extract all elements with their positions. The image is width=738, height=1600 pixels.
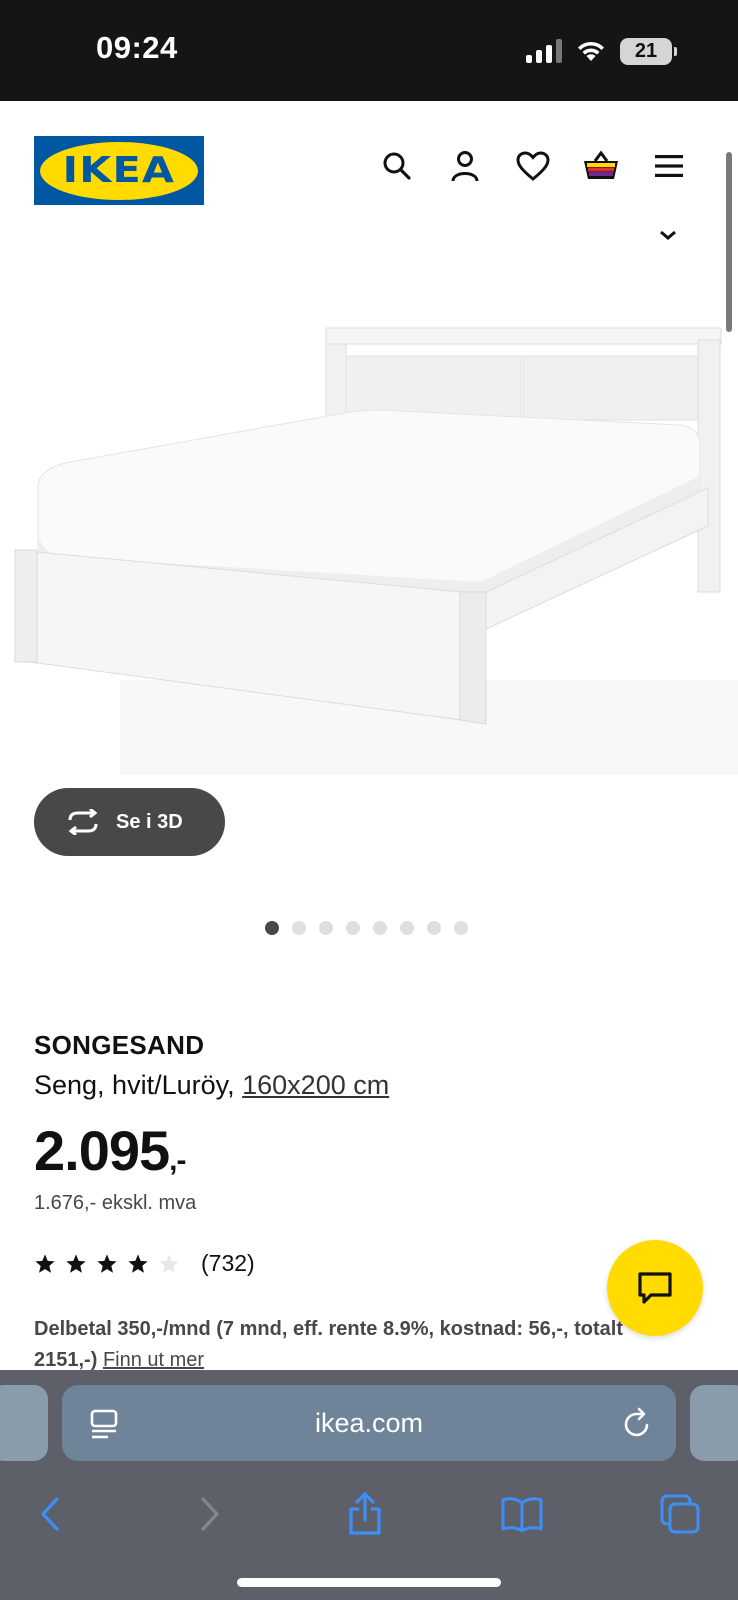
browser-toolbar: [0, 1480, 738, 1552]
wifi-icon: [578, 41, 604, 61]
battery-level: 21: [634, 39, 658, 62]
logo-text: IKEA: [62, 150, 176, 191]
carousel-dot[interactable]: [319, 921, 333, 935]
search-icon[interactable]: [378, 147, 416, 185]
tabs-button[interactable]: [658, 1492, 702, 1536]
carousel-dot[interactable]: [292, 921, 306, 935]
chat-icon: [638, 1272, 672, 1304]
size-link[interactable]: 160x200 cm: [242, 1070, 389, 1100]
rating-count: (732): [201, 1250, 255, 1276]
bookmarks-button[interactable]: [500, 1492, 544, 1536]
tabs-icon: [660, 1494, 700, 1534]
browser-chrome: ikea.com: [0, 1370, 738, 1600]
status-bar: 09:24 21: [0, 0, 738, 101]
rotate-3d-icon: [68, 809, 98, 835]
chevron-left-icon: [41, 1497, 59, 1531]
share-icon: [349, 1492, 381, 1535]
share-button[interactable]: [343, 1492, 387, 1536]
star-filled-icon: [97, 1253, 117, 1273]
menu-icon[interactable]: [650, 147, 688, 185]
cellular-signal-icon: [526, 39, 562, 63]
see-in-3d-button[interactable]: Se i 3D: [34, 788, 225, 856]
logo-oval: IKEA: [40, 141, 198, 200]
product-price: 2.095,-: [34, 1118, 186, 1183]
heart-icon[interactable]: [514, 147, 552, 185]
url-text: ikea.com: [314, 1407, 424, 1438]
ikea-logo[interactable]: IKEA: [34, 136, 204, 205]
financing-link[interactable]: Finn ut mer: [103, 1349, 204, 1371]
reader-icon[interactable]: [90, 1409, 118, 1439]
address-bar[interactable]: ikea.com: [62, 1385, 676, 1461]
star-filled-icon: [128, 1253, 148, 1273]
header-actions: [378, 147, 688, 185]
status-icons: 21: [526, 36, 677, 66]
product-description: Seng, hvit/Luröy, 160x200 cm: [34, 1070, 389, 1101]
star-empty-icon: [159, 1253, 179, 1273]
carousel-dot[interactable]: [346, 921, 360, 935]
cart-icon[interactable]: [582, 147, 620, 185]
price-amount: 2.095: [34, 1119, 170, 1182]
star-filled-icon: [35, 1253, 55, 1273]
account-icon[interactable]: [446, 147, 484, 185]
book-icon: [501, 1497, 543, 1532]
status-time: 09:24: [96, 30, 178, 65]
product-name: SONGESAND: [34, 1030, 205, 1060]
home-indicator[interactable]: [237, 1578, 501, 1587]
product-type: Seng, hvit/Luröy,: [34, 1070, 243, 1100]
carousel-dot[interactable]: [427, 921, 441, 935]
carousel-dot[interactable]: [454, 921, 468, 935]
forward-button[interactable]: [188, 1492, 232, 1536]
chat-button[interactable]: [607, 1240, 703, 1336]
financing-info: Delbetal 350,-/mnd (7 mnd, eff. rente 8.…: [34, 1314, 684, 1376]
product-image[interactable]: [0, 300, 738, 800]
price-suffix: ,-: [169, 1144, 186, 1177]
reload-icon[interactable]: [622, 1407, 652, 1439]
carousel-dot[interactable]: [373, 921, 387, 935]
see-in-3d-label: Se i 3D: [116, 810, 183, 833]
back-button[interactable]: [28, 1492, 72, 1536]
chevron-right-icon: [201, 1497, 219, 1531]
chevron-down-icon[interactable]: [658, 229, 678, 241]
battery-indicator: 21: [620, 37, 677, 65]
image-carousel-dots: [265, 921, 468, 935]
carousel-dot[interactable]: [400, 921, 414, 935]
next-tab-preview[interactable]: [690, 1385, 738, 1461]
star-filled-icon: [66, 1253, 86, 1273]
site-header: IKEA: [0, 101, 738, 240]
price-ex-vat: 1.676,- ekskl. mva: [34, 1192, 197, 1214]
previous-tab-preview[interactable]: [0, 1385, 48, 1461]
rating[interactable]: (732): [34, 1250, 255, 1277]
carousel-dot[interactable]: [265, 921, 279, 935]
